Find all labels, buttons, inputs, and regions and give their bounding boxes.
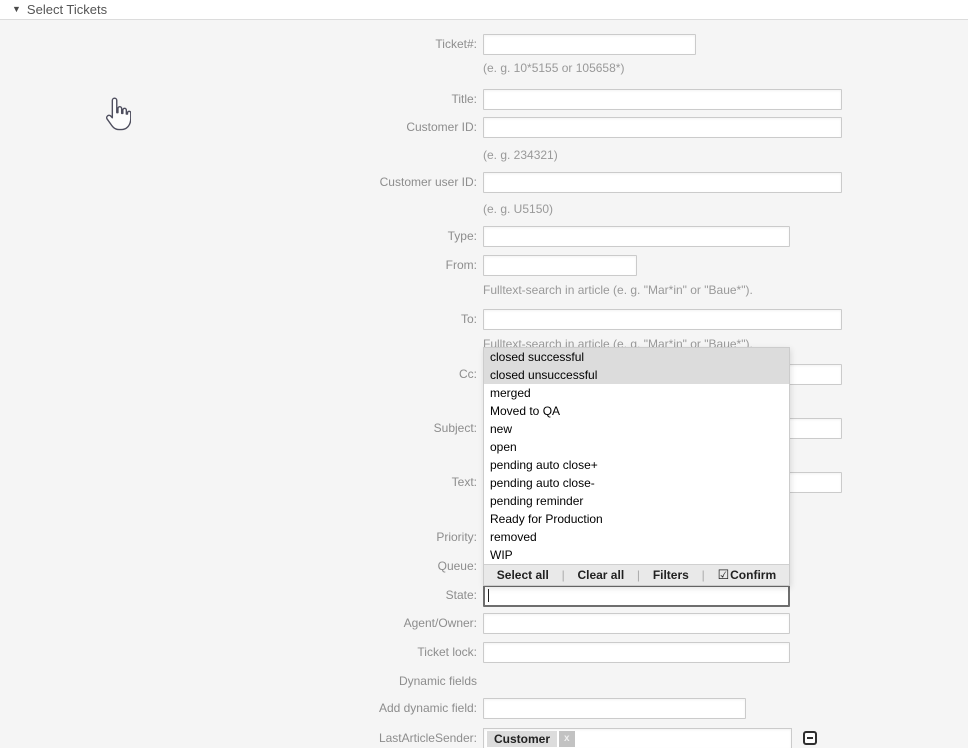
add-dynamic-field-input[interactable]: [483, 698, 746, 719]
dropdown-option[interactable]: closed unsuccessful: [484, 366, 789, 384]
ticket-number-input[interactable]: [483, 34, 696, 55]
customer-id-input[interactable]: [483, 117, 842, 138]
label-to: To:: [0, 309, 477, 330]
hint-customer-id: (e. g. 234321): [483, 148, 558, 163]
label-subject: Subject:: [0, 418, 477, 439]
dropdown-action-bar: Select all | Clear all | Filters | ☑Conf…: [484, 564, 789, 585]
selected-value-tag: Customer: [487, 731, 557, 747]
panel-header-select-tickets[interactable]: ▼ Select Tickets: [0, 0, 968, 20]
dropdown-option[interactable]: pending reminder: [484, 492, 789, 510]
state-input[interactable]: [483, 585, 790, 607]
hint-customer-user-id: (e. g. U5150): [483, 202, 553, 217]
separator: |: [637, 568, 640, 582]
dropdown-option[interactable]: WIP: [484, 546, 789, 564]
dropdown-option[interactable]: pending auto close+: [484, 456, 789, 474]
last-article-sender-input[interactable]: Customer x: [483, 728, 792, 748]
dropdown-option[interactable]: Ready for Production: [484, 510, 789, 528]
label-agent-owner: Agent/Owner:: [0, 613, 477, 634]
label-title: Title:: [0, 89, 477, 110]
type-input[interactable]: [483, 226, 790, 247]
dropdown-option[interactable]: removed: [484, 528, 789, 546]
remove-tag-button[interactable]: x: [559, 731, 575, 747]
separator: |: [702, 568, 705, 582]
label-ticket-number: Ticket#:: [0, 34, 477, 55]
hint-ticket-number: (e. g. 10*5155 or 105658*): [483, 61, 624, 76]
clear-all-button[interactable]: Clear all: [577, 568, 624, 582]
collapse-triangle-icon: ▼: [12, 5, 21, 14]
title-input[interactable]: [483, 89, 842, 110]
label-from: From:: [0, 255, 477, 276]
select-all-button[interactable]: Select all: [497, 568, 549, 582]
hint-from: Fulltext-search in article (e. g. "Mar*i…: [483, 283, 753, 298]
ticket-lock-input[interactable]: [483, 642, 790, 663]
agent-owner-input[interactable]: [483, 613, 790, 634]
label-add-dynamic-field: Add dynamic field:: [0, 698, 477, 719]
separator: |: [562, 568, 565, 582]
label-customer-id: Customer ID:: [0, 117, 477, 138]
panel-title: Select Tickets: [27, 2, 107, 17]
filters-button[interactable]: Filters: [653, 568, 689, 582]
label-text: Text:: [0, 472, 477, 493]
label-type: Type:: [0, 226, 477, 247]
label-queue: Queue:: [0, 556, 477, 577]
search-template-panel: ▼ Select Tickets Ticket#: (e. g. 10*5155…: [0, 0, 968, 748]
label-priority: Priority:: [0, 527, 477, 548]
to-input[interactable]: [483, 309, 842, 330]
label-ticket-lock: Ticket lock:: [0, 642, 477, 663]
label-state: State:: [0, 585, 477, 606]
label-last-article-sender: LastArticleSender:: [0, 728, 477, 748]
dropdown-option[interactable]: open: [484, 438, 789, 456]
dropdown-option[interactable]: closed successful: [484, 348, 789, 366]
dropdown-option[interactable]: Moved to QA: [484, 402, 789, 420]
label-dynamic-fields: Dynamic fields: [0, 671, 477, 692]
label-cc: Cc:: [0, 364, 477, 385]
dropdown-option[interactable]: pending auto close-: [484, 474, 789, 492]
confirm-button[interactable]: ☑Confirm: [717, 567, 776, 583]
dropdown-option[interactable]: merged: [484, 384, 789, 402]
confirm-checkbox-icon[interactable]: ☑: [717, 567, 729, 582]
customer-user-id-input[interactable]: [483, 172, 842, 193]
text-caret: [488, 589, 489, 602]
dropdown-option[interactable]: new: [484, 420, 789, 438]
remove-field-icon[interactable]: [803, 731, 817, 745]
label-customer-user-id: Customer user ID:: [0, 172, 477, 193]
confirm-label: Confirm: [730, 568, 776, 582]
state-options-dropdown: closed successful closed unsuccessful me…: [483, 347, 790, 586]
from-input[interactable]: [483, 255, 637, 276]
